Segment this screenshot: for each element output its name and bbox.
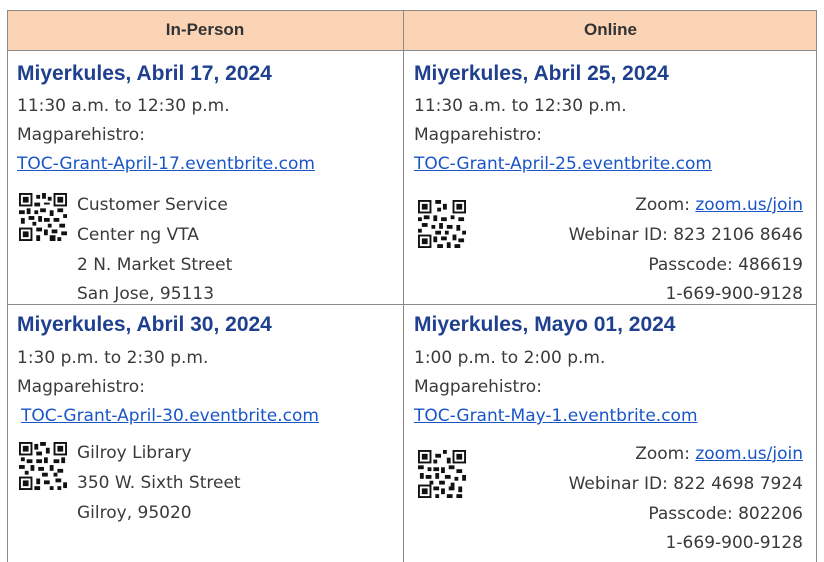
register-link[interactable]: TOC-Grant-April-25.eventbrite.com [414,154,712,174]
passcode: Passcode: 486619 [648,255,803,275]
register-label: Magparehistro: [17,125,145,145]
session-date: Miyerkules, Abril 25, 2024 [414,62,669,85]
address-line: Gilroy Library [77,443,192,463]
session-time: 11:30 a.m. to 12:30 p.m. [414,96,627,116]
session-online-1: Miyerkules, Abril 25, 2024 11:30 a.m. to… [404,51,817,304]
register-label: Magparehistro: [414,377,542,397]
register-link[interactable]: TOC-Grant-May-1.eventbrite.com [414,406,698,426]
zoom-link[interactable]: zoom.us/join [695,444,803,464]
zoom-line: Zoom: zoom.us/join [635,195,803,215]
zoom-label: Zoom: [635,444,696,464]
session-time: 11:30 a.m. to 12:30 p.m. [17,96,230,116]
zoom-link[interactable]: zoom.us/join [695,195,803,215]
address-line: San Jose, 95113 [77,284,215,304]
session-time: 1:30 p.m. to 2:30 p.m. [17,348,209,368]
zoom-label: Zoom: [635,195,696,215]
qr-code-icon [418,450,466,498]
address-line: Gilroy, 95020 [77,503,192,523]
session-date: Miyerkules, Abril 30, 2024 [17,313,272,336]
session-date: Miyerkules, Abril 17, 2024 [17,62,272,85]
address-line: Customer Service [77,195,228,215]
register-label: Magparehistro: [17,377,145,397]
schedule-table: In-Person Online Miyerkules, Abril 17, 2… [7,10,817,562]
qr-code-icon [418,200,466,248]
session-time: 1:00 p.m. to 2:00 p.m. [414,348,606,368]
phone-number: 1-669-900-9128 [665,284,803,304]
address-line: 350 W. Sixth Street [77,473,241,493]
session-in-person-2: Miyerkules, Abril 30, 2024 1:30 p.m. to … [7,305,403,562]
passcode: Passcode: 802206 [648,504,803,524]
qr-code-icon [19,442,67,490]
register-link[interactable]: TOC-Grant-April-30.eventbrite.com [21,406,319,426]
webinar-id: Webinar ID: 823 2106 8646 [568,225,803,245]
address-line: Center ng VTA [77,225,199,245]
phone-number: 1-669-900-9128 [665,533,803,553]
register-label: Magparehistro: [414,125,542,145]
qr-code-icon [19,193,67,241]
header-online: Online [404,10,817,50]
header-in-person: In-Person [7,10,403,50]
register-link[interactable]: TOC-Grant-April-17.eventbrite.com [17,154,315,174]
zoom-line: Zoom: zoom.us/join [635,444,803,464]
address-line: 2 N. Market Street [77,255,233,275]
webinar-id: Webinar ID: 822 4698 7924 [568,474,803,494]
session-in-person-1: Miyerkules, Abril 17, 2024 11:30 a.m. to… [7,51,403,304]
session-online-2: Miyerkules, Mayo 01, 2024 1:00 p.m. to 2… [404,305,817,562]
session-date: Miyerkules, Mayo 01, 2024 [414,313,676,336]
table-border-top [7,10,817,11]
